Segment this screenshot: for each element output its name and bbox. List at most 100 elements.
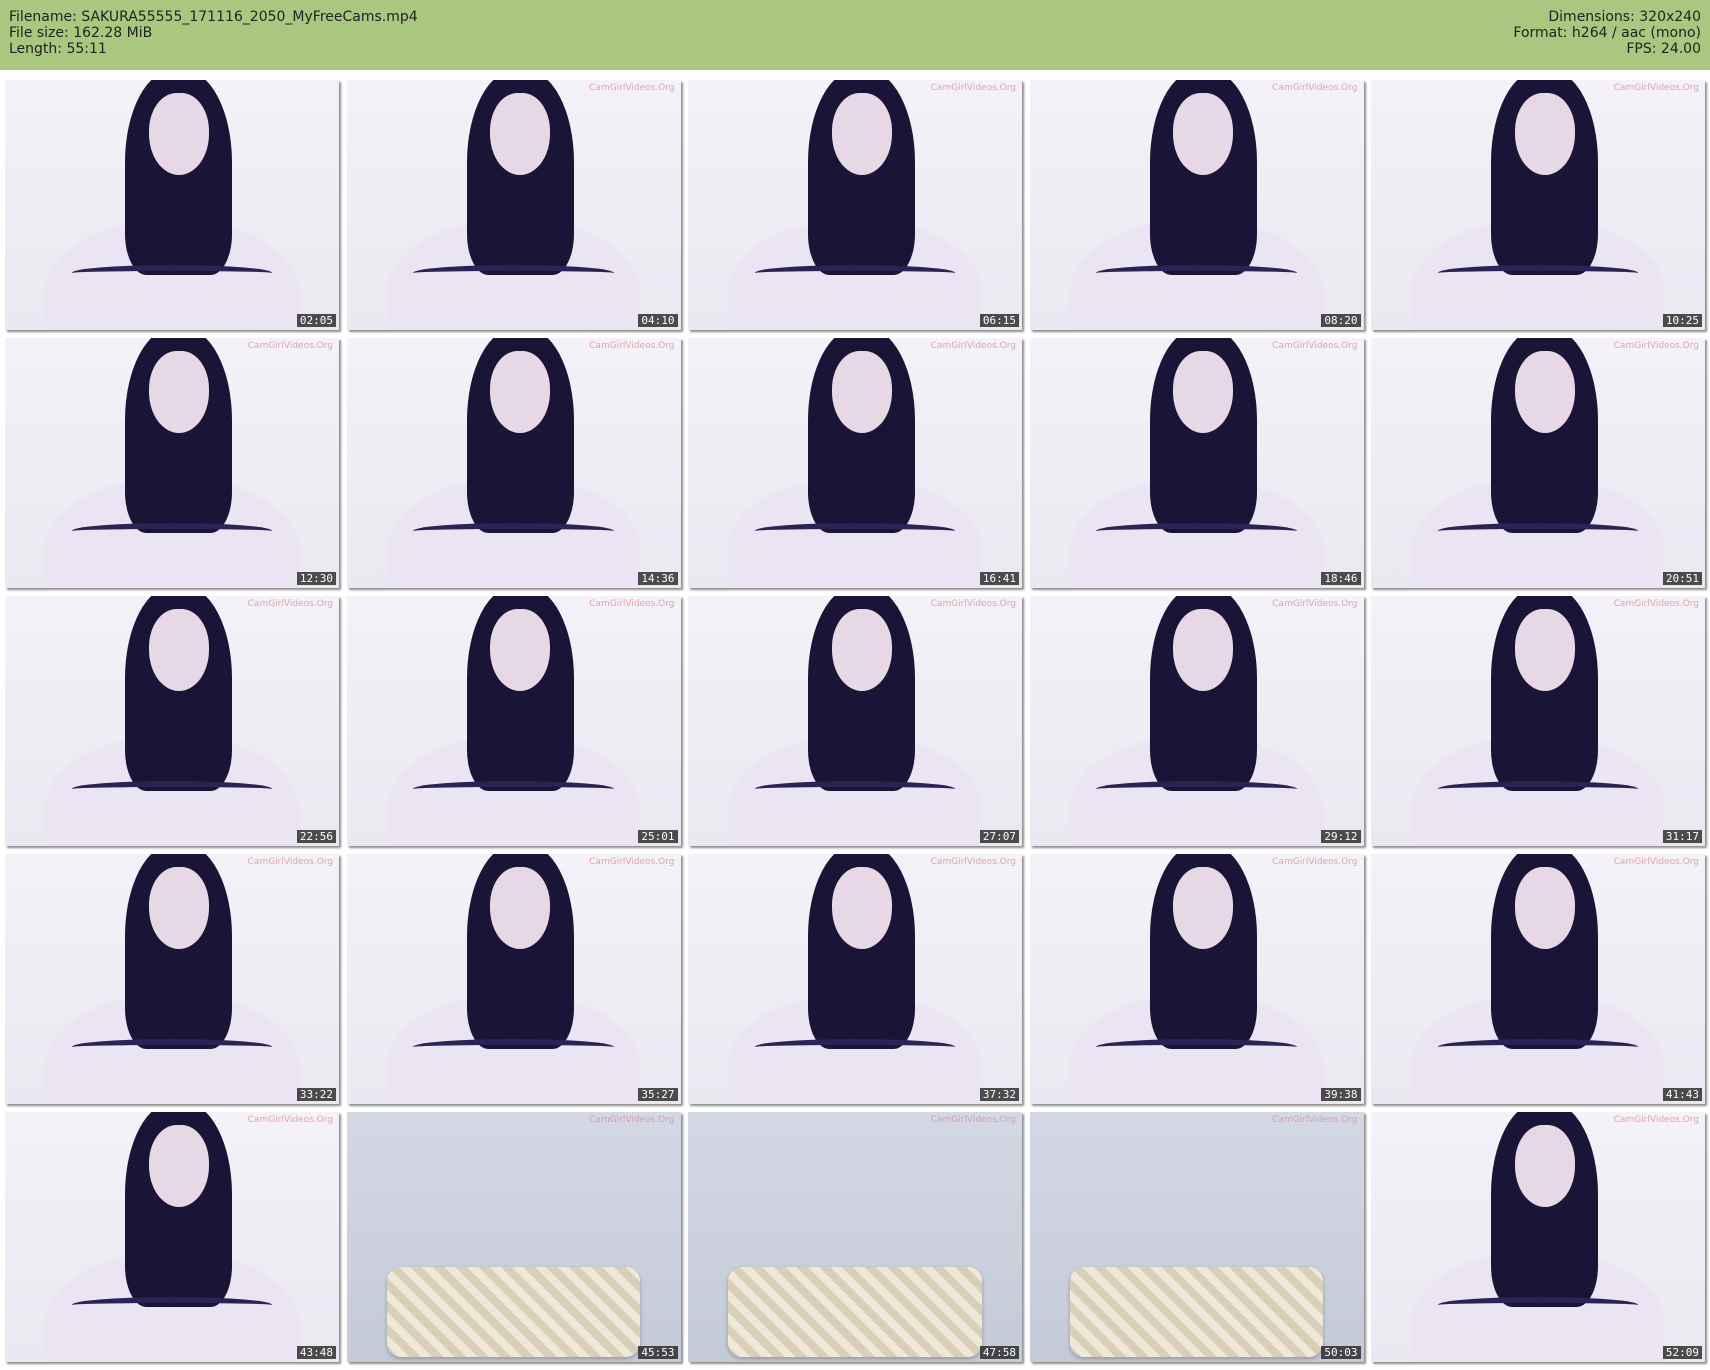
thumbnail-frame[interactable]: CamGirlVideos.Org 22:56 bbox=[5, 596, 339, 846]
watermark-label: CamGirlVideos.Org bbox=[589, 1115, 675, 1125]
figure-strap bbox=[1437, 1039, 1639, 1055]
figure-strap bbox=[1437, 1297, 1639, 1313]
thumbnail-frame[interactable]: CamGirlVideos.Org 45:53 bbox=[346, 1112, 681, 1362]
figure-strap bbox=[754, 523, 956, 539]
figure-strap bbox=[754, 265, 956, 281]
figure-strap bbox=[1096, 1039, 1297, 1055]
thumbnail-frame[interactable]: CamGirlVideos.Org 27:07 bbox=[688, 596, 1022, 846]
figure-face bbox=[831, 350, 892, 433]
figure-strap bbox=[71, 265, 273, 281]
thumbnail-frame[interactable]: CamGirlVideos.Org 31:17 bbox=[1371, 596, 1705, 846]
thumbnail-frame[interactable]: CamGirlVideos.Org 04:10 bbox=[346, 80, 681, 330]
figure-face bbox=[1514, 350, 1575, 433]
fps-label: FPS: 24.00 bbox=[1626, 41, 1701, 57]
figure-face bbox=[148, 92, 209, 175]
thumbnail-frame[interactable]: CamGirlVideos.Org 39:38 bbox=[1029, 854, 1364, 1104]
figure-strap bbox=[71, 1297, 273, 1313]
watermark-label: CamGirlVideos.Org bbox=[930, 599, 1016, 609]
info-header: Filename: SAKURA55555_171116_2050_MyFree… bbox=[0, 0, 1710, 70]
file-size-label: File size: 162.28 MiB bbox=[9, 25, 153, 41]
figure-strap bbox=[754, 781, 956, 797]
watermark-label: CamGirlVideos.Org bbox=[589, 83, 675, 93]
watermark-label: CamGirlVideos.Org bbox=[247, 599, 333, 609]
watermark-label: CamGirlVideos.Org bbox=[589, 599, 675, 609]
timestamp-label: 45:53 bbox=[638, 1346, 678, 1359]
figure-strap bbox=[413, 781, 614, 797]
thumbnail-frame[interactable]: CamGirlVideos.Org 25:01 bbox=[346, 596, 681, 846]
timestamp-label: 18:46 bbox=[1321, 572, 1361, 585]
figure-strap bbox=[71, 523, 273, 539]
timestamp-label: 31:17 bbox=[1662, 830, 1702, 843]
video-info: Dimensions: 320x240 Format: h264 / aac (… bbox=[1513, 9, 1701, 57]
thumbnail-frame[interactable]: CamGirlVideos.Org 47:58 bbox=[688, 1112, 1022, 1362]
figure-face bbox=[148, 866, 209, 949]
watermark-label: CamGirlVideos.Org bbox=[1613, 857, 1699, 867]
timestamp-label: 16:41 bbox=[979, 572, 1019, 585]
thumbnail-frame[interactable]: CamGirlVideos.Org 08:20 bbox=[1029, 80, 1364, 330]
figure-face bbox=[831, 92, 892, 175]
thumbnail-frame[interactable]: CamGirlVideos.Org 35:27 bbox=[346, 854, 681, 1104]
watermark-label: CamGirlVideos.Org bbox=[1613, 341, 1699, 351]
thumbnail-frame[interactable]: CamGirlVideos.Org 50:03 bbox=[1029, 1112, 1364, 1362]
thumbnail-frame[interactable]: CamGirlVideos.Org 18:46 bbox=[1029, 338, 1364, 588]
timestamp-label: 22:56 bbox=[296, 830, 336, 843]
thumbnail-frame[interactable]: CamGirlVideos.Org 41:43 bbox=[1371, 854, 1705, 1104]
thumbnail-frame[interactable]: CamGirlVideos.Org 10:25 bbox=[1371, 80, 1705, 330]
watermark-label: CamGirlVideos.Org bbox=[247, 857, 333, 867]
timestamp-label: 27:07 bbox=[979, 830, 1019, 843]
figure-strap bbox=[1096, 265, 1297, 281]
figure-strap bbox=[71, 781, 273, 797]
figure-strap bbox=[413, 523, 614, 539]
watermark-label: CamGirlVideos.Org bbox=[1272, 857, 1358, 867]
thumbnail-frame[interactable]: CamGirlVideos.Org 20:51 bbox=[1371, 338, 1705, 588]
file-info: Filename: SAKURA55555_171116_2050_MyFree… bbox=[9, 9, 418, 57]
watermark-label: CamGirlVideos.Org bbox=[1272, 599, 1358, 609]
thumbnail-frame[interactable]: CamGirlVideos.Org 37:32 bbox=[688, 854, 1022, 1104]
figure-strap bbox=[1096, 781, 1297, 797]
figure-face bbox=[490, 608, 551, 691]
watermark-label: CamGirlVideos.Org bbox=[1613, 599, 1699, 609]
dimensions-label: Dimensions: 320x240 bbox=[1548, 9, 1701, 25]
pillow-shape bbox=[1069, 1267, 1324, 1357]
timestamp-label: 29:12 bbox=[1321, 830, 1361, 843]
timestamp-label: 25:01 bbox=[638, 830, 678, 843]
watermark-label: CamGirlVideos.Org bbox=[1613, 83, 1699, 93]
timestamp-label: 12:30 bbox=[296, 572, 336, 585]
figure-strap bbox=[71, 1039, 273, 1055]
thumbnail-frame[interactable]: CamGirlVideos.Org 52:09 bbox=[1371, 1112, 1705, 1362]
watermark-label: CamGirlVideos.Org bbox=[930, 857, 1016, 867]
figure-face bbox=[1173, 866, 1234, 949]
thumbnail-frame[interactable]: CamGirlVideos.Org 12:30 bbox=[5, 338, 339, 588]
watermark-label: CamGirlVideos.Org bbox=[930, 1115, 1016, 1125]
timestamp-label: 06:15 bbox=[979, 314, 1019, 327]
figure-strap bbox=[1437, 265, 1639, 281]
thumbnail-frame[interactable]: CamGirlVideos.Org 33:22 bbox=[5, 854, 339, 1104]
thumbnail-grid: 02:05 CamGirlVideos.Org 04:10 CamGirlVideos… bbox=[5, 80, 1705, 1364]
thumbnail-frame[interactable]: CamGirlVideos.Org 29:12 bbox=[1029, 596, 1364, 846]
timestamp-label: 35:27 bbox=[638, 1088, 678, 1101]
figure-face bbox=[1173, 350, 1234, 433]
watermark-label: CamGirlVideos.Org bbox=[589, 857, 675, 867]
thumbnail-frame[interactable]: CamGirlVideos.Org 06:15 bbox=[688, 80, 1022, 330]
figure-face bbox=[831, 866, 892, 949]
watermark-label: CamGirlVideos.Org bbox=[247, 1115, 333, 1125]
thumbnail-frame[interactable]: CamGirlVideos.Org 16:41 bbox=[688, 338, 1022, 588]
timestamp-label: 50:03 bbox=[1321, 1346, 1361, 1359]
timestamp-label: 41:43 bbox=[1662, 1088, 1702, 1101]
watermark-label: CamGirlVideos.Org bbox=[1272, 341, 1358, 351]
figure-face bbox=[148, 350, 209, 433]
figure-face bbox=[1514, 608, 1575, 691]
thumbnail-frame[interactable]: CamGirlVideos.Org 43:48 bbox=[5, 1112, 339, 1362]
figure-face bbox=[1514, 92, 1575, 175]
format-label: Format: h264 / aac (mono) bbox=[1513, 25, 1701, 41]
timestamp-label: 39:38 bbox=[1321, 1088, 1361, 1101]
timestamp-label: 43:48 bbox=[296, 1346, 336, 1359]
thumbnail-frame[interactable]: CamGirlVideos.Org 14:36 bbox=[346, 338, 681, 588]
figure-strap bbox=[413, 1039, 614, 1055]
figure-face bbox=[1173, 92, 1234, 175]
watermark-label: CamGirlVideos.Org bbox=[247, 341, 333, 351]
watermark-label: CamGirlVideos.Org bbox=[589, 341, 675, 351]
timestamp-label: 52:09 bbox=[1662, 1346, 1702, 1359]
thumbnail-frame[interactable]: 02:05 bbox=[5, 80, 339, 330]
figure-strap bbox=[1437, 523, 1639, 539]
